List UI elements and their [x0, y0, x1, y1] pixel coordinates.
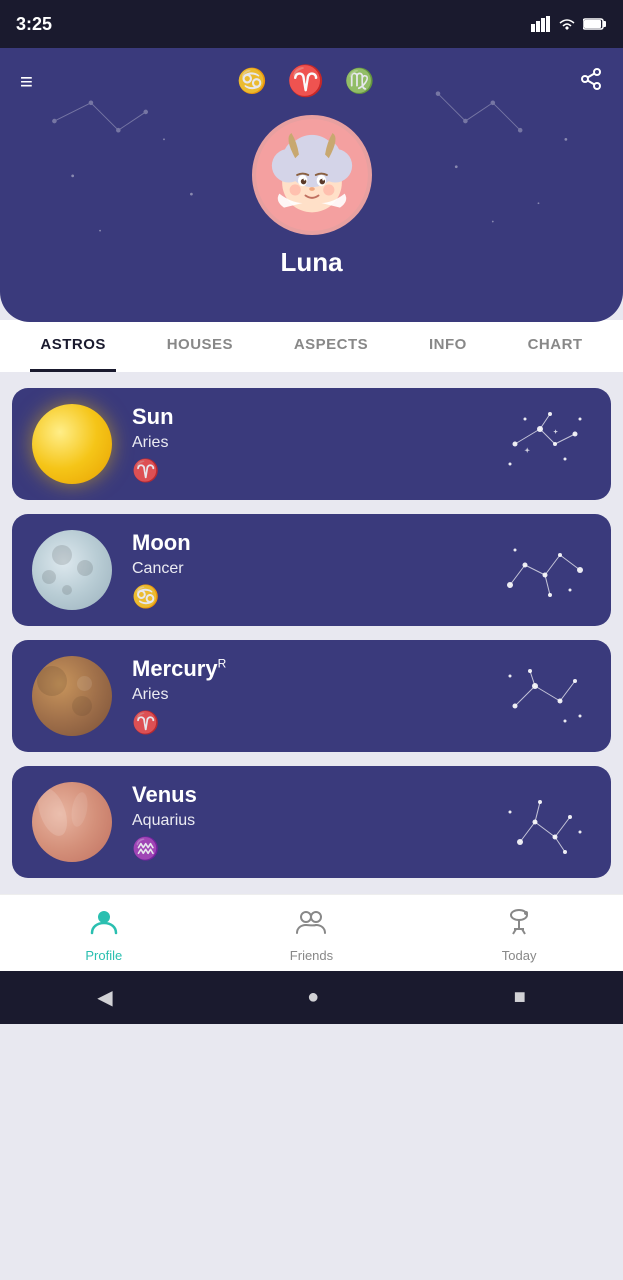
sun-sign: Aries: [132, 434, 495, 452]
planet-card-mercury[interactable]: MercuryR Aries ♈: [12, 640, 611, 752]
moon-constellation: [495, 530, 595, 610]
today-label: Today: [502, 948, 537, 963]
android-navbar: ◀ ● ■: [0, 971, 623, 1024]
sun-icon-container: [12, 404, 132, 484]
user-name: Luna: [280, 247, 342, 278]
tab-chart[interactable]: CHART: [518, 320, 593, 372]
tab-info[interactable]: INFO: [419, 320, 477, 372]
zodiac-sign-virgo: ♍: [345, 67, 375, 96]
avatar-image: [256, 119, 368, 231]
moon-sign: Cancer: [132, 560, 495, 578]
tab-aspects[interactable]: ASPECTS: [284, 320, 378, 372]
signal-icon: [531, 16, 551, 32]
share-button[interactable]: [579, 67, 603, 97]
moon-name: Moon: [132, 530, 495, 556]
nav-profile[interactable]: Profile: [64, 907, 144, 963]
zodiac-sign-aries: ♈: [287, 64, 324, 99]
mercury-name: MercuryR: [132, 656, 495, 682]
venus-name: Venus: [132, 782, 495, 808]
profile-label: Profile: [85, 948, 122, 963]
mercury-planet: [32, 656, 112, 736]
planet-card-venus[interactable]: Venus Aquarius ♒: [12, 766, 611, 878]
sun-constellation: [495, 404, 595, 484]
avatar: [252, 115, 372, 235]
sun-glyph: ♈: [132, 458, 495, 484]
home-button[interactable]: ●: [307, 986, 319, 1009]
recent-button[interactable]: ■: [514, 986, 526, 1009]
tab-astros[interactable]: ASTROS: [30, 320, 116, 372]
battery-icon: [583, 17, 607, 31]
sun-name: Sun: [132, 404, 495, 430]
zodiac-sign-cancer: ♋: [237, 67, 267, 96]
tab-houses[interactable]: HOUSES: [157, 320, 243, 372]
venus-icon-container: [12, 782, 132, 862]
retrograde-marker: R: [218, 657, 227, 671]
bottom-nav: Profile Friends Today: [0, 894, 623, 971]
moon-info: Moon Cancer ♋: [132, 530, 495, 610]
mercury-sign: Aries: [132, 686, 495, 704]
status-time: 3:25: [16, 14, 52, 35]
friends-label: Friends: [290, 948, 333, 963]
mercury-info: MercuryR Aries ♈: [132, 656, 495, 736]
sun-info: Sun Aries ♈: [132, 404, 495, 484]
moon-planet: [32, 530, 112, 610]
status-bar: 3:25: [0, 0, 623, 48]
friends-icon: [296, 907, 326, 944]
menu-button[interactable]: ≡: [20, 69, 33, 95]
moon-glyph: ♋: [132, 584, 495, 610]
tabs-bar: ASTROS HOUSES ASPECTS INFO CHART: [0, 320, 623, 372]
mercury-icon-container: [12, 656, 132, 736]
back-button[interactable]: ◀: [97, 985, 112, 1010]
hero-section: ≡ ♋ ♈ ♍: [0, 48, 623, 322]
planet-card-moon[interactable]: Moon Cancer ♋: [12, 514, 611, 626]
moon-icon-container: [12, 530, 132, 610]
planet-list: Sun Aries ♈: [0, 372, 623, 894]
hero-topbar: ≡ ♋ ♈ ♍: [20, 64, 603, 99]
venus-constellation: [495, 782, 595, 862]
mercury-constellation: [495, 656, 595, 736]
today-icon: [504, 907, 534, 944]
status-icons: [531, 16, 607, 32]
nav-friends[interactable]: Friends: [271, 907, 351, 963]
venus-glyph: ♒: [132, 836, 495, 862]
venus-info: Venus Aquarius ♒: [132, 782, 495, 862]
profile-icon: [89, 907, 119, 944]
planet-card-sun[interactable]: Sun Aries ♈: [12, 388, 611, 500]
wifi-icon: [557, 16, 577, 32]
nav-today[interactable]: Today: [479, 907, 559, 963]
venus-planet: [32, 782, 112, 862]
sun-planet: [32, 404, 112, 484]
zodiac-signs: ♋ ♈ ♍: [237, 64, 374, 99]
venus-sign: Aquarius: [132, 812, 495, 830]
mercury-glyph: ♈: [132, 710, 495, 736]
